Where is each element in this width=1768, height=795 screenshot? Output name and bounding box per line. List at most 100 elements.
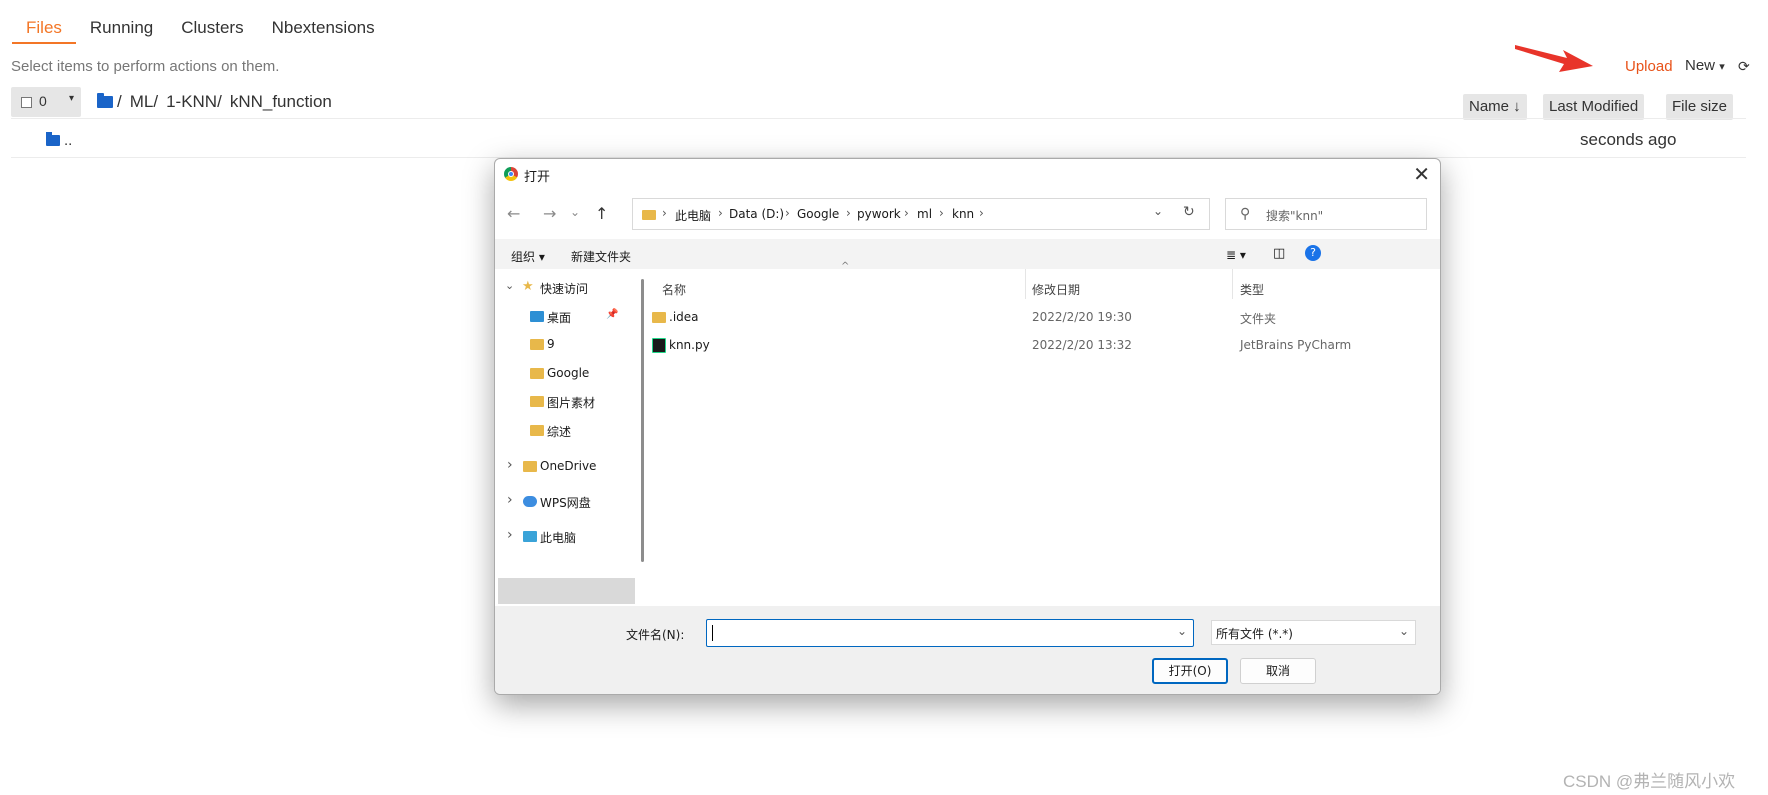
desktop-icon <box>530 311 544 322</box>
folder-icon <box>530 368 544 379</box>
chevron-right-icon: › <box>979 206 984 220</box>
tab-clusters[interactable]: Clusters <box>167 0 257 42</box>
navigation-row: ← → ⌄ ↑ › 此电脑 › Data (D:) › Google › pyw… <box>495 197 1440 231</box>
address-ml[interactable]: ml <box>917 207 932 221</box>
column-separator[interactable] <box>1232 269 1233 299</box>
sort-file-size-button[interactable]: File size <box>1666 94 1734 120</box>
nav-quick-access[interactable]: 快速访问 <box>540 280 588 297</box>
chevron-right-icon: › <box>904 206 909 220</box>
dialog-titlebar: 打开 ✕ <box>495 159 1440 189</box>
file-name[interactable]: knn.py <box>669 338 710 352</box>
cancel-button[interactable]: 取消 <box>1240 658 1316 684</box>
up-arrow-icon[interactable]: ↑ <box>595 204 608 223</box>
chevron-right-icon[interactable]: › <box>507 527 513 543</box>
address-bar[interactable]: › 此电脑 › Data (D:) › Google › pywork › ml… <box>632 198 1210 230</box>
chevron-right-icon[interactable]: › <box>507 492 513 508</box>
refresh-icon[interactable]: ↻ <box>1183 204 1195 220</box>
help-icon[interactable]: ? <box>1305 245 1321 261</box>
nav-scrollbar[interactable] <box>641 279 644 562</box>
forward-arrow-icon[interactable]: → <box>543 204 556 223</box>
nav-this-pc[interactable]: 此电脑 <box>540 529 576 546</box>
folder-icon <box>642 210 656 220</box>
column-header-type[interactable]: 类型 <box>1240 281 1264 298</box>
file-date: 2022/2/20 13:32 <box>1032 338 1132 352</box>
select-all-checkbox[interactable] <box>21 97 32 108</box>
new-folder-button[interactable]: 新建文件夹 <box>571 248 631 265</box>
chevron-down-icon: ⌄ <box>1398 624 1409 638</box>
nav-onedrive[interactable]: OneDrive <box>540 459 596 473</box>
address-this-pc[interactable]: 此电脑 <box>675 207 711 224</box>
parent-directory-link[interactable]: .. <box>64 132 72 149</box>
folder-icon <box>530 425 544 436</box>
modified-time: seconds ago <box>1580 130 1677 149</box>
chevron-right-icon: › <box>939 206 944 220</box>
nav-folder-9[interactable]: 9 <box>547 337 555 351</box>
search-input[interactable]: ⚲ 搜索"knn" <box>1225 198 1427 230</box>
column-header-date[interactable]: 修改日期 <box>1032 281 1080 298</box>
chevron-right-icon: › <box>718 206 723 220</box>
breadcrumb: / ML/ 1-KNN/ kNN_function <box>97 92 340 112</box>
search-icon: ⚲ <box>1240 206 1251 222</box>
nav-folder-google[interactable]: Google <box>547 366 589 380</box>
breadcrumb-knn-function[interactable]: kNN_function <box>230 92 332 112</box>
sort-name-button[interactable]: Name ↓ <box>1463 94 1527 120</box>
back-arrow-icon[interactable]: ← <box>507 204 520 223</box>
chevron-right-icon: › <box>846 206 851 220</box>
chevron-down-icon[interactable]: ⌄ <box>1177 624 1187 638</box>
nav-selection-highlight <box>498 578 635 604</box>
column-separator[interactable] <box>1025 269 1026 299</box>
address-history-dropdown[interactable]: ⌄ <box>1153 204 1163 218</box>
new-button[interactable]: New ▾ <box>1685 57 1725 74</box>
column-header-name[interactable]: 名称 <box>662 281 686 298</box>
nav-folder-review[interactable]: 综述 <box>547 423 571 440</box>
sort-ascending-icon: ^ <box>841 261 850 272</box>
nav-folder-images[interactable]: 图片素材 <box>547 394 595 411</box>
tab-bar: Files Running Clusters Nbextensions <box>12 0 389 44</box>
text-cursor <box>712 625 713 641</box>
computer-icon <box>523 531 537 542</box>
select-all-dropdown[interactable]: 0 ▾ <box>11 87 81 117</box>
close-icon[interactable]: ✕ <box>1413 162 1430 186</box>
pycharm-file-icon <box>652 338 666 353</box>
address-knn[interactable]: knn <box>952 207 974 221</box>
address-data-d[interactable]: Data (D:) <box>729 207 784 221</box>
tab-running[interactable]: Running <box>76 0 167 42</box>
filetype-select[interactable]: 所有文件 (*.*) ⌄ <box>1211 620 1416 645</box>
breadcrumb-ml[interactable]: ML/ <box>130 92 158 112</box>
address-google[interactable]: Google <box>797 207 839 221</box>
preview-pane-icon[interactable]: ◫ <box>1273 246 1285 261</box>
tab-nbextensions[interactable]: Nbextensions <box>258 0 389 42</box>
file-list: 名称 ^ 修改日期 类型 .idea 2022/2/20 19:30 文件夹 k… <box>652 261 1440 694</box>
file-name[interactable]: .idea <box>669 310 699 324</box>
breadcrumb-root[interactable]: / <box>117 92 122 112</box>
filename-input[interactable]: ⌄ <box>706 619 1194 647</box>
organize-menu[interactable]: 组织 ▾ <box>511 248 545 265</box>
refresh-icon[interactable]: ⟳ <box>1738 58 1750 75</box>
nav-wps-drive[interactable]: WPS网盘 <box>540 494 591 511</box>
search-placeholder: 搜索"knn" <box>1266 209 1324 223</box>
tab-files[interactable]: Files <box>12 0 76 44</box>
pin-icon[interactable]: 📌 <box>606 309 618 320</box>
watermark: CSDN @弗兰随风小欢 <box>1563 772 1736 791</box>
sort-last-modified-button[interactable]: Last Modified <box>1543 94 1645 120</box>
recent-locations-icon[interactable]: ⌄ <box>570 205 580 219</box>
folder-icon <box>530 339 544 350</box>
chevron-down-icon[interactable]: ▾ <box>69 93 74 104</box>
dialog-title: 打开 <box>524 170 551 185</box>
breadcrumb-1-knn[interactable]: 1-KNN/ <box>166 92 222 112</box>
nav-desktop[interactable]: 桌面 <box>547 309 571 326</box>
chevron-right-icon[interactable]: › <box>507 457 513 473</box>
chevron-right-icon: › <box>785 206 790 220</box>
view-options-icon[interactable]: ≣ ▾ <box>1226 248 1246 262</box>
folder-icon <box>652 312 666 323</box>
command-bar: 组织 ▾ 新建文件夹 ≣ ▾ ◫ ? <box>495 239 1440 269</box>
divider <box>11 118 1746 119</box>
folder-icon <box>530 396 544 407</box>
open-button[interactable]: 打开(O) <box>1152 658 1228 684</box>
upload-button[interactable]: Upload <box>1625 58 1673 75</box>
chevron-down-icon[interactable]: ⌄ <box>505 279 514 292</box>
filetype-value: 所有文件 (*.*) <box>1216 627 1293 641</box>
address-pywork[interactable]: pywork <box>857 207 901 221</box>
folder-icon[interactable] <box>97 93 113 108</box>
new-button-label: New <box>1685 57 1716 74</box>
